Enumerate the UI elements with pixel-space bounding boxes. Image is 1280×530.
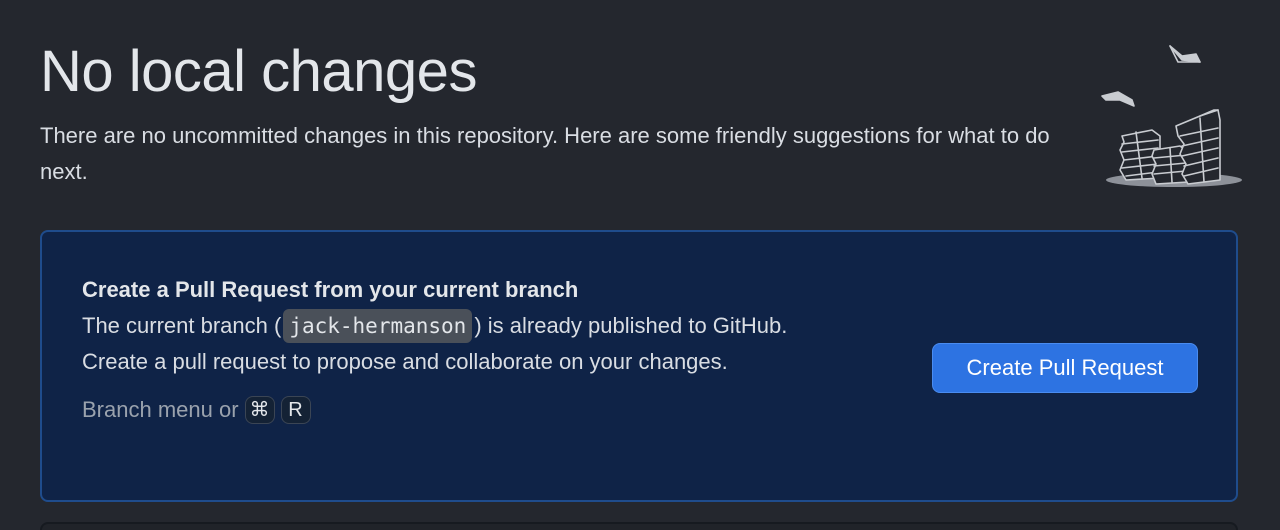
branch-name: jack-hermanson [283,309,473,343]
next-suggestion-card [40,522,1238,530]
r-key: R [280,396,311,424]
suggestion-description: The current branch (jack-hermanson) is a… [82,308,842,380]
no-changes-view: No local changes There are no uncommitte… [0,0,1280,530]
page-title: No local changes [40,39,477,104]
suggestion-text: Create a Pull Request from your current … [82,272,842,428]
page-subtitle: There are no uncommitted changes in this… [40,123,1050,184]
create-pull-request-button[interactable]: Create Pull Request [932,343,1198,393]
suggestion-title: Create a Pull Request from your current … [82,277,579,302]
description-prefix: The current branch ( [82,313,282,338]
papers-stack-icon [1096,40,1246,190]
command-key: ⌘ [244,396,275,424]
shortcut-hint: Branch menu or ⌘ R [82,392,842,428]
shortcut-label: Branch menu or [82,397,239,422]
create-pull-request-suggestion: Create a Pull Request from your current … [40,230,1238,502]
header: No local changes There are no uncommitte… [40,36,1070,190]
